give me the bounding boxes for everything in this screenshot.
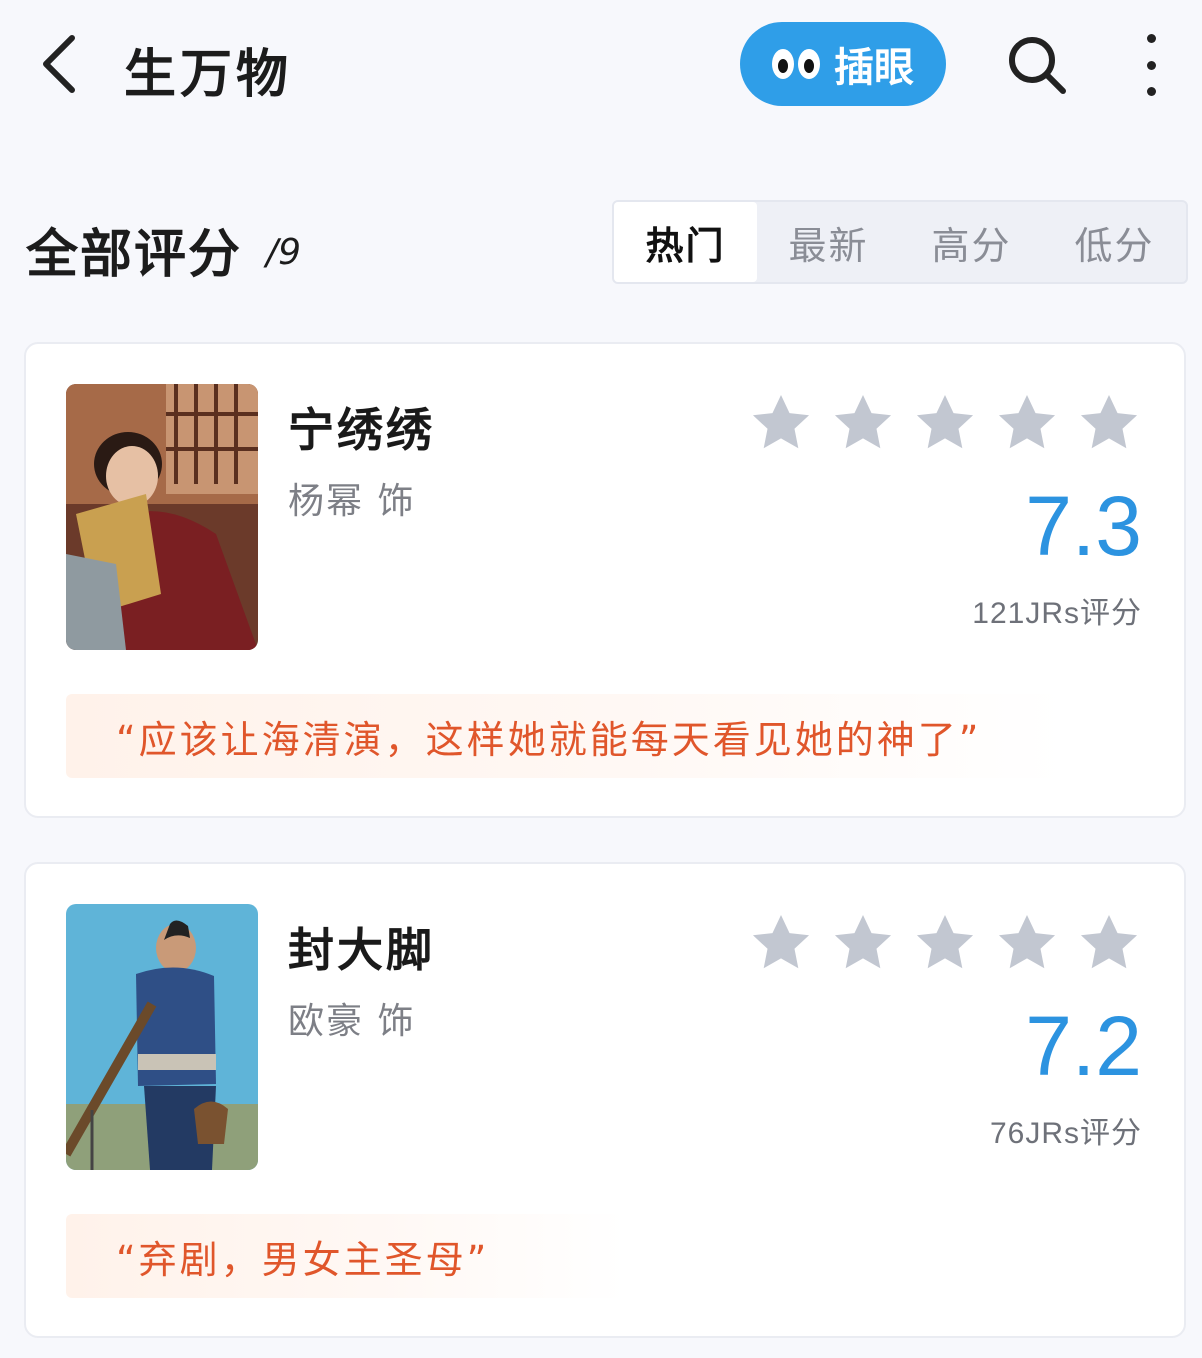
score-value: 7.3 [1025, 479, 1142, 573]
character-poster[interactable] [66, 904, 258, 1170]
rating-card[interactable]: 宁绣绣 杨幂 饰 7.3 121JRs评分 “应该让海清演，这样她就能每天看见她… [24, 342, 1186, 818]
poster-image [66, 384, 258, 650]
section-count: /9 [266, 232, 302, 273]
section-title: 全部评分 [26, 225, 243, 285]
chayan-button[interactable]: 插眼 [740, 22, 946, 106]
more-dot-icon [1146, 60, 1156, 70]
hot-comment[interactable]: “应该让海清演，这样她就能每天看见她的神了” [66, 694, 1066, 778]
tab-latest[interactable]: 最新 [757, 202, 900, 282]
tab-hot[interactable]: 热门 [614, 202, 757, 282]
star-rating[interactable] [746, 390, 1144, 456]
top-bar: 生万物 插眼 [0, 0, 1202, 130]
star-icon[interactable] [828, 910, 898, 976]
tab-high-score[interactable]: 高分 [900, 202, 1043, 282]
sort-tabs: 热门 最新 高分 低分 [612, 200, 1188, 284]
star-icon[interactable] [1074, 390, 1144, 456]
poster-image [66, 904, 258, 1170]
star-rating[interactable] [746, 910, 1144, 976]
actor-name: 欧豪 饰 [288, 1001, 416, 1042]
search-button[interactable] [1006, 34, 1068, 96]
star-icon[interactable] [746, 390, 816, 456]
character-name: 封大脚 [288, 923, 435, 977]
rating-count: 76JRs评分 [989, 1117, 1142, 1150]
eyes-icon [772, 49, 820, 79]
rating-card[interactable]: 封大脚 欧豪 饰 7.2 76JRs评分 “弃剧，男女主圣母” [24, 862, 1186, 1338]
chevron-left-icon [43, 35, 75, 93]
star-icon[interactable] [1074, 910, 1144, 976]
chayan-label: 插眼 [834, 45, 914, 91]
character-name: 宁绣绣 [288, 403, 435, 457]
star-icon[interactable] [910, 390, 980, 456]
star-icon[interactable] [992, 910, 1062, 976]
page-title: 生万物 [124, 45, 293, 105]
rating-count: 121JRs评分 [972, 597, 1142, 630]
more-options-button[interactable] [1136, 30, 1166, 100]
star-icon[interactable] [910, 910, 980, 976]
tab-low-score[interactable]: 低分 [1043, 202, 1186, 282]
star-icon[interactable] [746, 910, 816, 976]
star-icon[interactable] [992, 390, 1062, 456]
search-icon [1009, 37, 1066, 94]
back-button[interactable] [36, 32, 84, 96]
score-value: 7.2 [1025, 999, 1142, 1093]
hot-comment[interactable]: “弃剧，男女主圣母” [66, 1214, 626, 1298]
character-poster[interactable] [66, 384, 258, 650]
more-dot-icon [1146, 34, 1156, 43]
star-icon[interactable] [828, 390, 898, 456]
actor-name: 杨幂 饰 [288, 481, 416, 522]
more-dot-icon [1146, 87, 1156, 96]
